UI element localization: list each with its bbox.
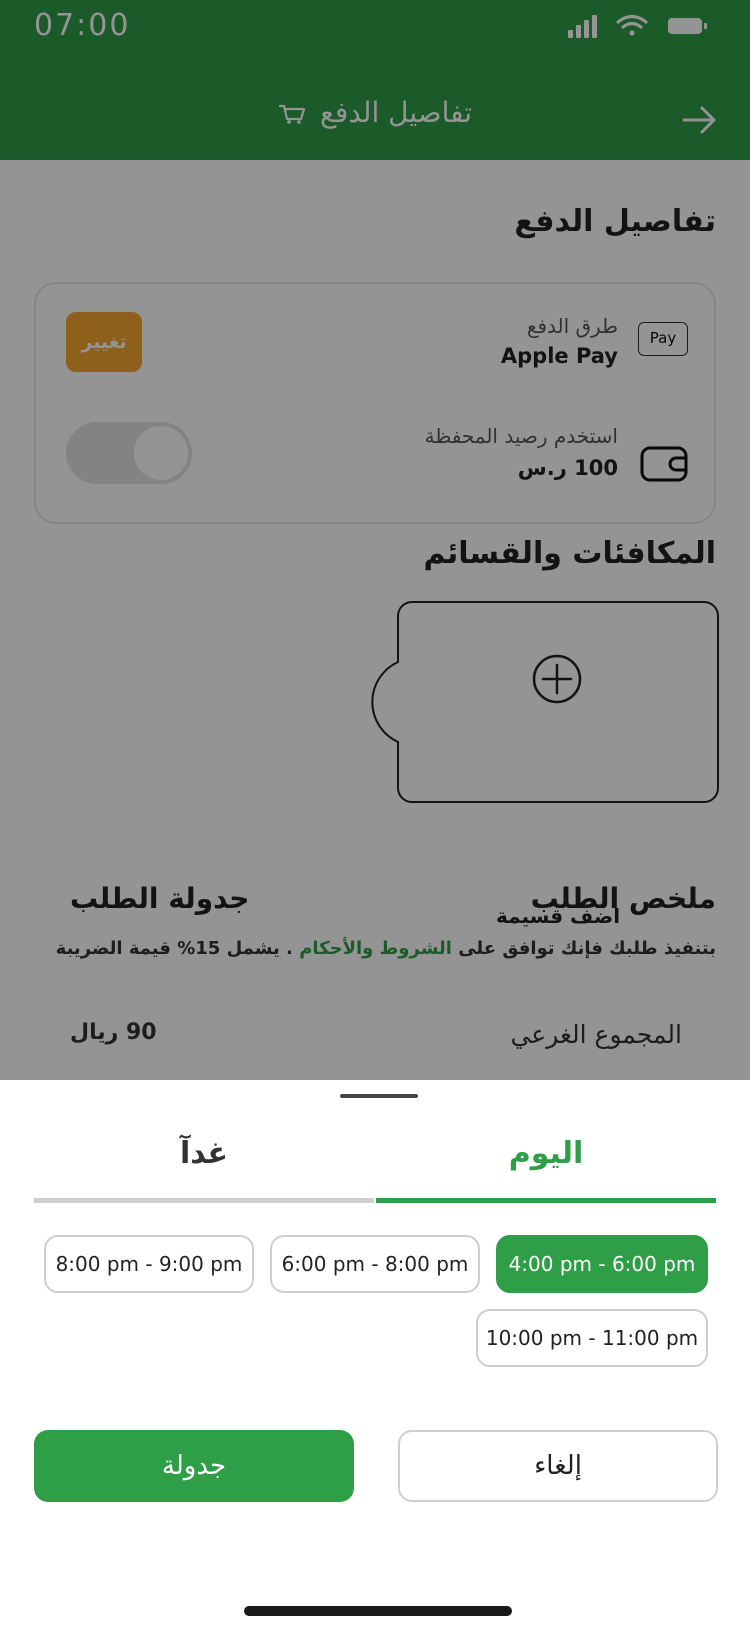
- tab-tomorrow-indicator: [34, 1198, 374, 1203]
- schedule-bottom-sheet: اليوم غدآ 4:00 pm - 6:00 pm 6:00 pm - 8:…: [0, 1080, 750, 1642]
- tab-tomorrow[interactable]: غدآ: [34, 1136, 374, 1171]
- tab-today[interactable]: اليوم: [376, 1136, 716, 1171]
- time-slot-4pm-6pm[interactable]: 4:00 pm - 6:00 pm: [496, 1235, 708, 1293]
- time-slot-6pm-8pm[interactable]: 6:00 pm - 8:00 pm: [270, 1235, 480, 1293]
- home-indicator: [244, 1606, 512, 1616]
- time-slot-8pm-9pm[interactable]: 8:00 pm - 9:00 pm: [44, 1235, 254, 1293]
- sheet-drag-handle[interactable]: [340, 1094, 418, 1098]
- time-slot-10pm-11pm[interactable]: 10:00 pm - 11:00 pm: [476, 1309, 708, 1367]
- tab-today-indicator: [376, 1198, 716, 1203]
- schedule-button[interactable]: جدولة: [34, 1430, 354, 1502]
- screen: 07:00 تفاصيل الدفع تفاصيل الدفع Pay طرق …: [0, 0, 750, 1642]
- modal-overlay[interactable]: [0, 0, 750, 1080]
- cancel-button[interactable]: إلغاء: [398, 1430, 718, 1502]
